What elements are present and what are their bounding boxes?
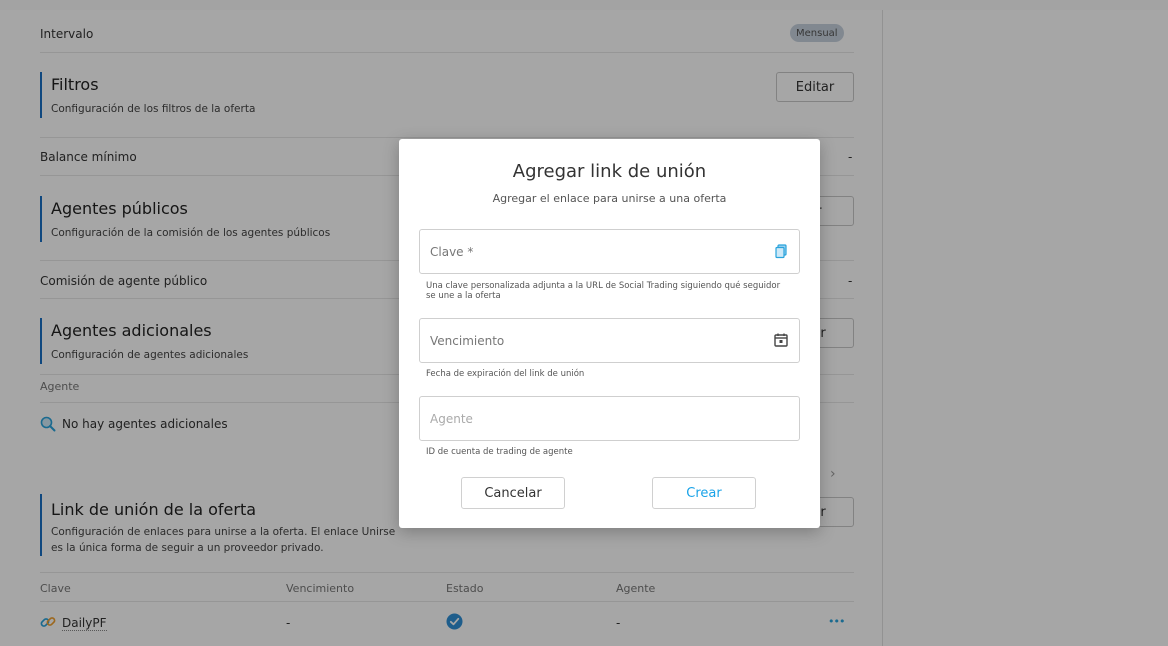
expiry-input[interactable] — [420, 319, 760, 362]
expiry-field — [419, 318, 800, 363]
dialog-title: Agregar link de unión — [512, 161, 707, 182]
add-join-link-dialog: Agregar link de unión Agregar el enlace … — [399, 139, 820, 528]
agent-field — [419, 396, 800, 441]
create-button[interactable]: Crear — [652, 477, 756, 509]
expiry-helper-text: Fecha de expiración del link de unión — [426, 369, 585, 379]
calendar-icon[interactable] — [773, 332, 789, 348]
key-helper-text: Una clave personalizada adjunta a la URL… — [426, 281, 781, 301]
cancel-button[interactable]: Cancelar — [461, 477, 565, 509]
agent-input[interactable] — [420, 397, 760, 440]
copy-icon[interactable] — [773, 243, 789, 259]
dialog-subtitle: Agregar el enlace para unirse a una ofer… — [492, 192, 727, 205]
agent-helper-text: ID de cuenta de trading de agente — [426, 447, 573, 457]
key-input[interactable] — [420, 230, 760, 273]
key-field — [419, 229, 800, 274]
